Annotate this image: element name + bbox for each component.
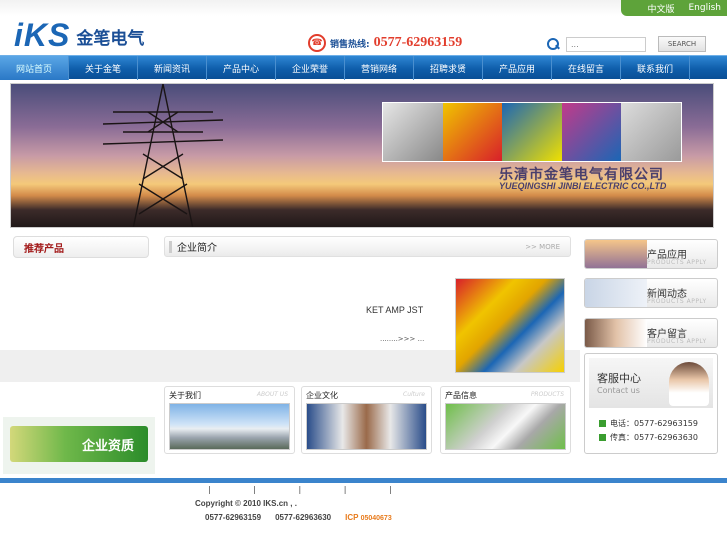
card-subtitle: PRODUCTS [530,391,564,398]
nav-about[interactable]: 关于金笔 [69,56,138,80]
more-label: MORE [539,242,560,251]
tile-product-apply[interactable]: 产品应用 PRODUCTS APPLY [584,239,718,269]
bullet-icon [599,420,606,427]
tile-subtitle: PRODUCTS APPLY [647,298,707,305]
tile-feedback[interactable]: 客户留言 PRODUCTS APPLY [584,318,718,348]
service-phone-text: 电话：0577-62963159 [610,419,698,428]
card-products[interactable]: 产品信息 PRODUCTS [440,386,571,454]
tower-thumb-icon [585,240,647,268]
tile-subtitle: PRODUCTS APPLY [647,338,707,345]
nav-products[interactable]: 产品中心 [207,56,276,80]
footer-contacts: 0577-62963159 0577-62963630 ICP 05040673 [205,513,392,522]
logo[interactable]: iKS 金笔电气 [14,17,145,53]
staff-thumb-icon [585,319,647,347]
read-more-link[interactable]: ........>>> ... [380,335,424,343]
search-box: SEARCH [546,36,706,52]
card-subtitle: ABOUT US [256,391,288,398]
news-thumb-icon [585,279,647,307]
banner-company-en: YUEQINGSHI JINBI ELECTRIC CO.,LTD [499,181,667,191]
copyright: Copyright © 2010 IKS.cn , . [195,499,297,508]
lang-english-link[interactable]: English [689,3,722,13]
icp-number: 05040673 [360,515,392,522]
nav-applications[interactable]: 产品应用 [483,56,552,80]
qualification-button[interactable]: 企业资质 [10,426,148,462]
footer-phone: 0577-62963159 [205,513,262,522]
main-nav: 网站首页 关于金笔 新闻资讯 产品中心 企业荣誉 营销网络 招聘求贤 产品应用 … [0,55,727,80]
search-icon [546,37,560,51]
product-terminal-image [445,403,566,450]
sales-hotline: ☎ 销售热线: 0577-62963159 [308,34,462,52]
card-subtitle: Culture [403,391,425,398]
service-fax: 传真：0577-62963630 [599,432,698,443]
header: 中文版 English iKS 金笔电气 ☎ 销售热线: 0577-629631… [0,0,727,54]
card-title: 产品信息 [445,391,477,400]
service-title: 客服中心 [597,372,641,385]
recommend-products-header[interactable]: 推荐产品 [13,236,149,258]
search-button[interactable]: SEARCH [658,36,706,52]
power-tower-image [103,84,223,227]
hotline-label: 销售热线: [330,39,370,50]
phone-icon: ☎ [308,34,326,52]
intro-product-image [455,278,565,373]
company-intro-title: 企业简介 [177,243,217,254]
divider [169,241,172,253]
footer-links: | | | | | [208,485,412,494]
hotline-number: 0577-62963159 [373,35,463,50]
building-image [169,403,290,450]
card-culture[interactable]: 企业文化 Culture [301,386,432,454]
service-phone: 电话：0577-62963159 [599,418,698,429]
nav-home[interactable]: 网站首页 [0,56,69,80]
qualification-panel: 企业资质 [3,417,155,474]
terminal-products-image [382,102,682,162]
logo-chinese-name: 金笔电气 [76,29,145,49]
card-about-us[interactable]: 关于我们 ABOUT US [164,386,295,454]
icp-record[interactable]: ICP 05040673 [345,513,392,522]
bullet-icon [599,434,606,441]
service-agent-image [669,362,709,406]
nav-marketing[interactable]: 营销网络 [345,56,414,80]
service-header: 客服中心 Contact us [589,358,713,408]
footer-fax: 0577-62963630 [275,513,332,522]
footer: | | | | | Copyright © 2010 IKS.cn , . 05… [0,483,727,545]
nav-honors[interactable]: 企业荣誉 [276,56,345,80]
logo-brand: iKS [14,17,71,53]
tile-subtitle: PRODUCTS APPLY [647,259,707,266]
page: 中文版 English iKS 金笔电气 ☎ 销售热线: 0577-629631… [0,0,727,545]
language-switcher: 中文版 English [621,0,727,16]
service-fax-text: 传真：0577-62963630 [610,433,698,442]
icp-label: ICP [345,513,359,522]
search-input[interactable] [566,36,646,52]
customer-service-box: 客服中心 Contact us 电话：0577-62963159 传真：0577… [584,353,718,454]
service-subtitle: Contact us [597,386,640,395]
card-title: 关于我们 [169,391,201,400]
nav-message[interactable]: 在线留言 [552,56,621,80]
team-image [306,403,427,450]
intro-text: KET AMP JST [366,305,424,315]
company-intro-header: 企业简介 >> MORE [164,236,571,257]
lang-chinese-link[interactable]: 中文版 [647,2,674,15]
nav-jobs[interactable]: 招聘求贤 [414,56,483,80]
nav-contact[interactable]: 联系我们 [621,56,690,80]
tile-news[interactable]: 新闻动态 PRODUCTS APPLY [584,278,718,308]
more-link[interactable]: >> MORE [525,243,560,251]
card-title: 企业文化 [306,391,338,400]
nav-news[interactable]: 新闻资讯 [138,56,207,80]
hero-banner: 乐清市金笔电气有限公司 YUEQINGSHI JINBI ELECTRIC CO… [10,83,714,228]
